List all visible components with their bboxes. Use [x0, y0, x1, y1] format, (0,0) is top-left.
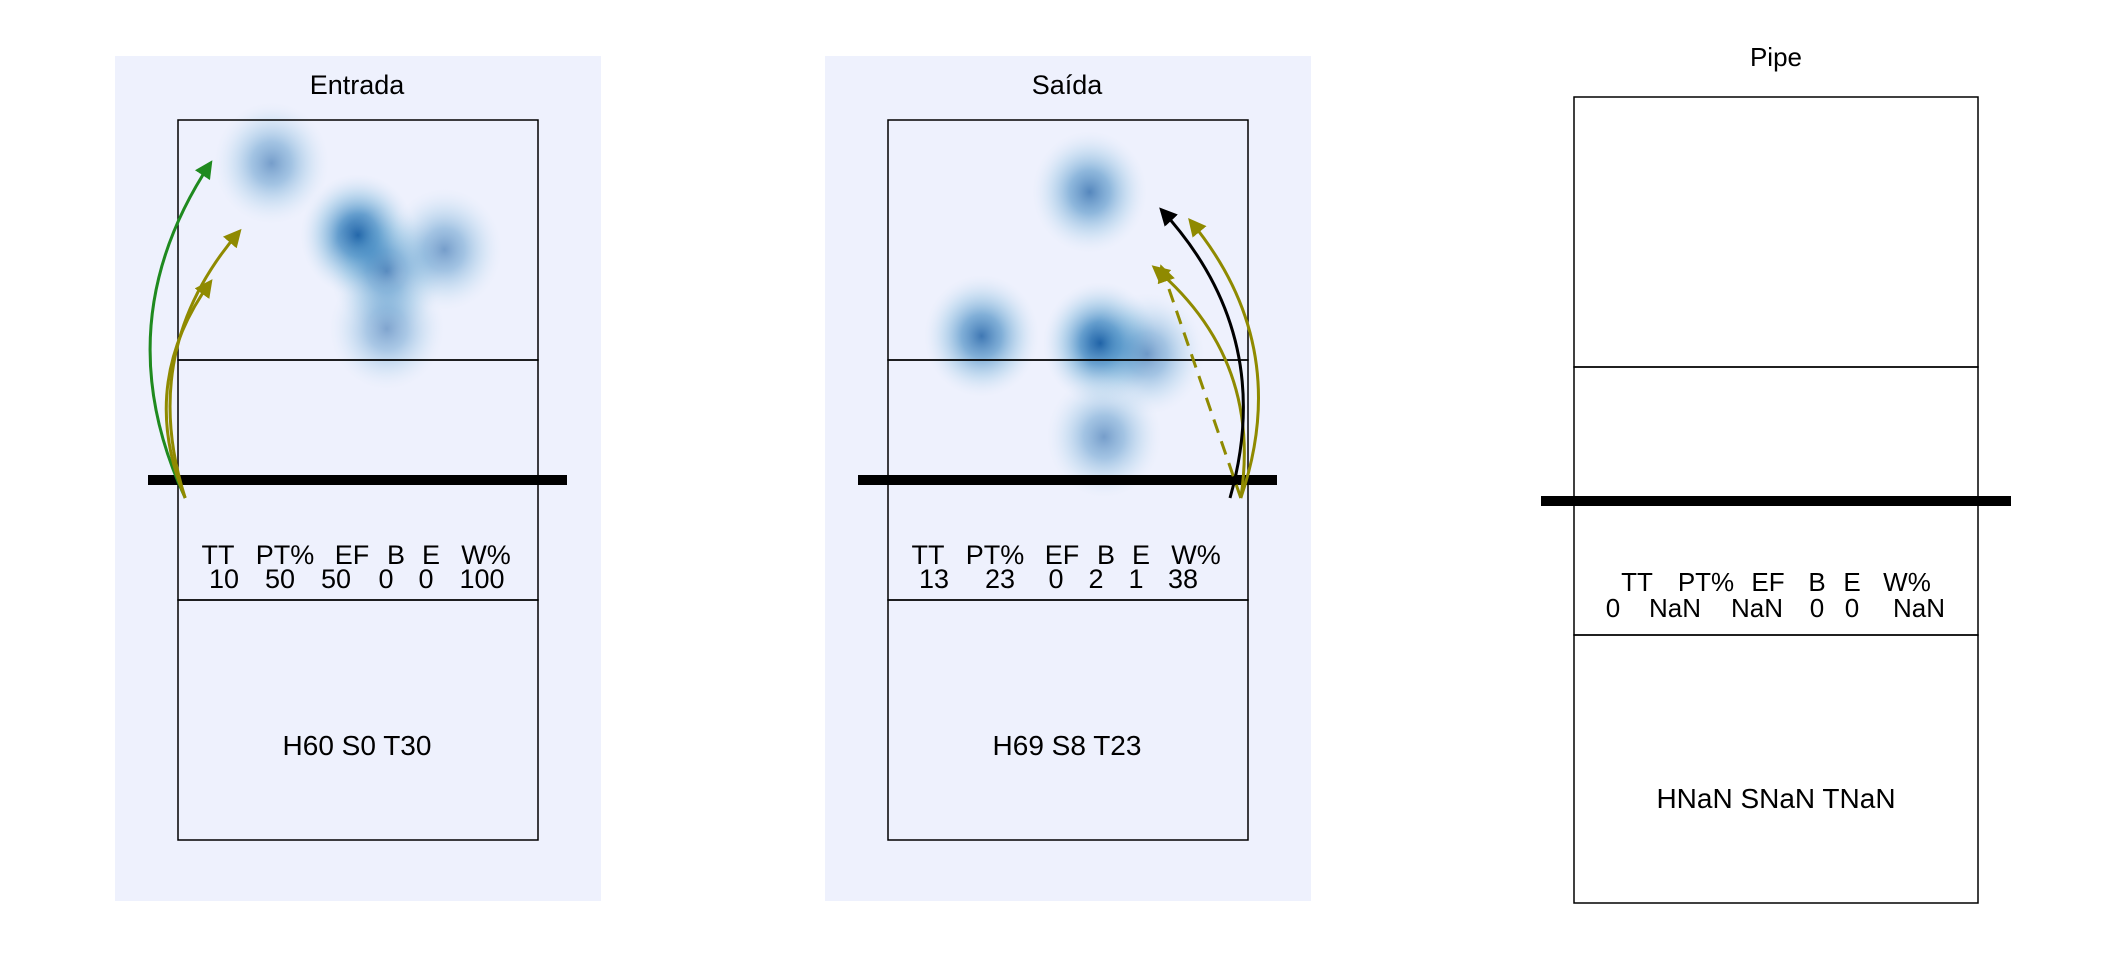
stat-value-b: 2: [1088, 564, 1103, 594]
panel-title: Saída: [1032, 70, 1104, 100]
panel-footer: H60 S0 T30: [283, 730, 432, 761]
court-back-zone: [1573, 96, 1979, 368]
heat-blob: [924, 274, 1040, 398]
panel-saida: Saída TT PT% EF B E W% 13 23 0 2 1 38 H6…: [825, 56, 1311, 901]
stat-value-e: 0: [1845, 593, 1859, 623]
stat-value-e: 0: [418, 564, 433, 594]
panel-title: Pipe: [1750, 42, 1802, 72]
panel-title: Entrada: [310, 70, 406, 100]
stat-value-ef: 50: [321, 564, 351, 594]
stat-value-b: 0: [1810, 593, 1824, 623]
stat-value-w: 38: [1168, 564, 1198, 594]
stats-table: TT PT% EF B E W% 0 NaN NaN 0 0 NaN: [1606, 567, 1945, 623]
stat-value-tt: 0: [1606, 593, 1620, 623]
figure-canvas: Entrada TT PT% EF B E W% 10 50 50 0 0 10…: [115, 42, 2011, 904]
stat-value-tt: 10: [209, 564, 239, 594]
panel-footer: HNaN SNaN TNaN: [1656, 783, 1895, 814]
court-attack-zone-far: [1573, 366, 1979, 502]
court-home-zone: [1573, 634, 1979, 904]
panel-footer: H69 S8 T23: [993, 730, 1142, 761]
panel-entrada: Entrada TT PT% EF B E W% 10 50 50 0 0 10…: [115, 56, 601, 901]
stat-value-w: NaN: [1893, 593, 1945, 623]
panel-pipe: Pipe TT PT% EF B E W% 0 NaN NaN 0 0 NaN …: [1541, 42, 2011, 904]
stat-value-pt: 50: [265, 564, 295, 594]
stat-value-ef: 0: [1048, 564, 1063, 594]
stat-value-pt: NaN: [1649, 593, 1701, 623]
stat-value-tt: 13: [919, 564, 949, 594]
heat-blob: [329, 267, 445, 390]
stat-value-ef: NaN: [1731, 593, 1783, 623]
stat-value-e: 1: [1128, 564, 1143, 594]
stat-value-w: 100: [459, 564, 504, 594]
stat-value-b: 0: [378, 564, 393, 594]
heat-blob: [1032, 130, 1148, 254]
stat-value-pt: 23: [985, 564, 1015, 594]
